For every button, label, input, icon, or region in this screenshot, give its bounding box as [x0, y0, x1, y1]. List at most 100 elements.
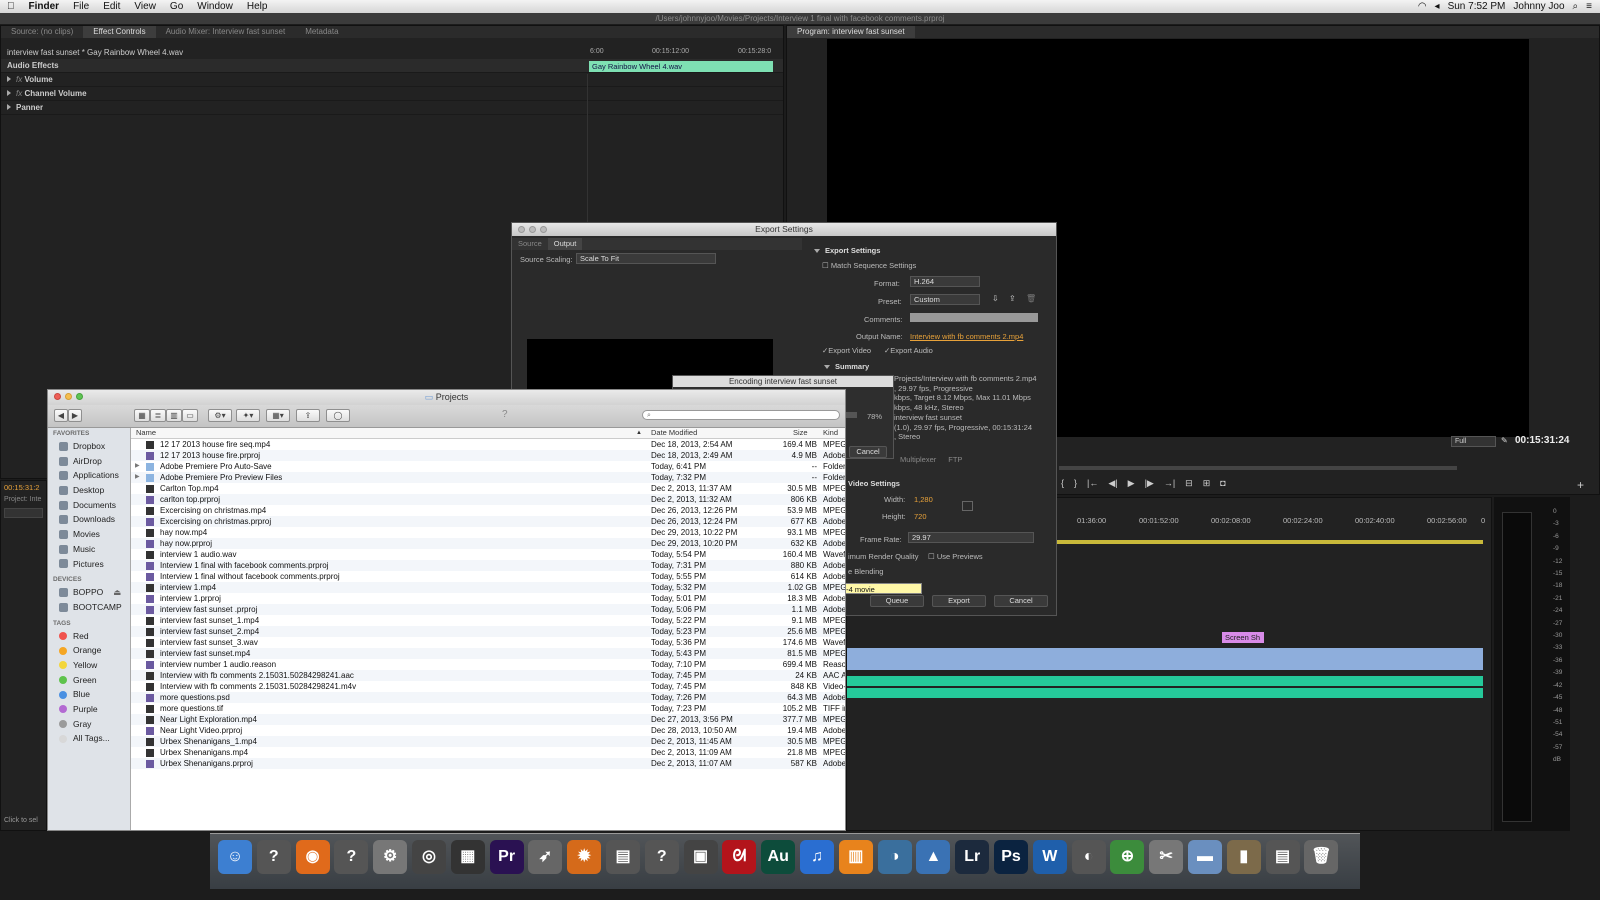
tab-metadata[interactable]: Metadata — [295, 26, 348, 38]
sidebar-item-downloads[interactable]: Downloads — [48, 512, 130, 527]
blender-icon[interactable]: ✹ — [567, 840, 602, 874]
column-header-date[interactable]: Date Modified — [651, 428, 697, 438]
export-button[interactable]: Export — [932, 595, 986, 607]
sidebar-tag-item[interactable]: All Tags... — [48, 731, 130, 746]
volume-icon[interactable]: ◂ — [1435, 1, 1440, 12]
project-tab[interactable]: Project: Inte — [1, 494, 46, 505]
play-icon[interactable]: ▶ — [1128, 478, 1135, 492]
forward-icon[interactable]: ▶ — [68, 409, 82, 422]
sidebar-item-bootcamp[interactable]: BOOTCAMP — [48, 600, 130, 615]
ibooks-icon[interactable]: ▥ — [838, 840, 873, 874]
mark-in-icon[interactable]: { — [1061, 478, 1064, 492]
finder-search-input[interactable]: ⌕ — [642, 410, 840, 420]
height-value[interactable]: 720 — [914, 512, 927, 521]
sidebar-tag-item[interactable]: Blue — [48, 687, 130, 702]
apple-menu-icon[interactable]:  — [0, 1, 22, 12]
audition-icon[interactable]: Au — [761, 840, 796, 874]
step-forward-icon[interactable]: |▶ — [1145, 478, 1154, 492]
sidebar-item-dropbox[interactable]: Dropbox — [48, 439, 130, 454]
save-preset-icon[interactable]: ⇩ — [992, 294, 999, 303]
collapse-triangle-icon[interactable] — [824, 365, 830, 369]
output-name-link[interactable]: Interview with fb comments 2.mp4 — [910, 332, 1023, 341]
lightroom-icon[interactable]: Lr — [955, 840, 990, 874]
icon-view-icon[interactable]: ▦ — [134, 409, 150, 422]
minimize-icon[interactable] — [65, 393, 72, 400]
audio-clip-bar[interactable]: Gay Rainbow Wheel 4.wav — [589, 61, 773, 72]
minimize-icon[interactable] — [529, 226, 536, 233]
disclosure-triangle-icon[interactable]: ▶ — [135, 461, 140, 472]
file-row[interactable]: hay now.mp4 Dec 29, 2013, 10:22 PM 93.1 MB… — [131, 527, 845, 538]
file-row[interactable]: interview fast sunset .prproj Today, 5:06… — [131, 604, 845, 615]
delete-preset-icon[interactable]: 🗑 — [1026, 294, 1036, 303]
file-row[interactable]: Urbex Shenanigans.prproj Dec 2, 2013, 11:… — [131, 758, 845, 769]
premiere-icon[interactable]: Pr — [489, 840, 524, 874]
max-render-quality-checkbox[interactable]: imum Render Quality — [848, 552, 918, 561]
sidebar-tag-item[interactable]: Yellow — [48, 658, 130, 673]
menu-window[interactable]: Window — [190, 1, 240, 12]
insert-icon[interactable]: ⊟ — [1185, 478, 1193, 492]
expand-triangle-icon[interactable] — [7, 104, 11, 110]
screen-clip[interactable]: Screen Sh — [1222, 632, 1264, 643]
tools-icon[interactable]: ✂ — [1149, 840, 1184, 874]
dvd-icon[interactable]: ◎ — [412, 840, 446, 874]
file-row[interactable]: interview fast sunset.mp4 Today, 5:43 PM 8… — [131, 648, 845, 659]
menu-help[interactable]: Help — [240, 1, 275, 12]
menubar-clock[interactable]: Sun 7:52 PM — [1448, 1, 1506, 12]
menu-edit[interactable]: Edit — [96, 1, 127, 12]
audio-track-clip[interactable] — [847, 676, 1483, 686]
dragon-icon[interactable]: ᘛ — [722, 840, 757, 874]
mark-out-icon[interactable]: } — [1074, 478, 1077, 492]
effect-volume[interactable]: fx Volume — [1, 73, 783, 87]
match-sequence-checkbox[interactable]: ☐ Match Sequence Settings — [822, 261, 916, 270]
sidebar-tag-item[interactable]: Red — [48, 629, 130, 644]
format-select[interactable]: H.264 — [910, 276, 980, 287]
sidebar-tag-item[interactable]: Gray — [48, 717, 130, 732]
zoom-icon[interactable] — [76, 393, 83, 400]
tab-source[interactable]: Source: (no clips) — [1, 26, 83, 38]
work-area-bar[interactable] — [1057, 540, 1483, 544]
file-row[interactable]: Near Light Video.prproj Dec 28, 2013, 10:… — [131, 725, 845, 736]
file-row[interactable]: ▶ Adobe Premiere Pro Preview Files Today, … — [131, 472, 845, 483]
cancel-button[interactable]: Cancel — [994, 595, 1048, 607]
action-gear-icon[interactable]: ⚙▾ — [208, 409, 232, 422]
close-icon[interactable] — [54, 393, 61, 400]
collapse-triangle-icon[interactable] — [814, 249, 820, 253]
menu-view[interactable]: View — [127, 1, 163, 12]
photoshop-icon[interactable]: Ps — [994, 840, 1028, 874]
link-aspect-icon[interactable] — [962, 501, 973, 511]
project-search-input[interactable] — [4, 508, 43, 518]
tab-ftp[interactable]: FTP — [948, 455, 962, 464]
unknown-app-icon[interactable]: ? — [256, 840, 291, 874]
sidebar-item-airdrop[interactable]: AirDrop — [48, 454, 130, 469]
utility-icon[interactable]: ◐ — [1071, 840, 1106, 874]
preview-icon[interactable]: ◑ — [877, 840, 912, 874]
sidebar-item-boppo[interactable]: BOPPO ⏏ — [48, 585, 130, 600]
effect-panner[interactable]: Panner — [1, 101, 783, 115]
sidebar-item-documents[interactable]: Documents — [48, 498, 130, 513]
file-row[interactable]: hay now.prproj Dec 29, 2013, 10:20 PM 632 … — [131, 538, 845, 549]
back-icon[interactable]: ◀ — [54, 409, 68, 422]
spotlight-icon[interactable]: ⌕ — [1573, 1, 1579, 12]
export-audio-checkbox[interactable]: ✓Export Audio — [884, 346, 933, 355]
file-row[interactable]: interview fast sunset_2.mp4 Today, 5:23 P… — [131, 626, 845, 637]
comments-input[interactable] — [910, 313, 1038, 322]
menu-go[interactable]: Go — [163, 1, 190, 12]
dropbox-menu-icon[interactable]: ✦▾ — [236, 409, 260, 422]
tab-multiplexer[interactable]: Multiplexer — [900, 455, 936, 464]
expand-triangle-icon[interactable] — [7, 90, 11, 96]
file-row[interactable]: Interview with fb comments 2.15031.50284… — [131, 670, 845, 681]
import-preset-icon[interactable]: ⇪ — [1009, 294, 1016, 303]
file-row[interactable]: Interview 1 final without facebook comme… — [131, 571, 845, 582]
file-row[interactable]: 12 17 2013 house fire seq.mp4 Dec 18, 201… — [131, 439, 845, 450]
sidebar-item-music[interactable]: Music — [48, 542, 130, 557]
tag-icon[interactable]: ◯ — [326, 409, 350, 422]
overwrite-icon[interactable]: ⊞ — [1203, 478, 1211, 492]
file-row[interactable]: Urbex Shenanigans_1.mp4 Dec 2, 2013, 11:4… — [131, 736, 845, 747]
wrench-icon[interactable]: ✎ — [1501, 436, 1508, 445]
rocket-icon[interactable]: ➶ — [528, 840, 563, 874]
encoding-cancel-button[interactable]: Cancel — [849, 446, 887, 458]
file-row[interactable]: more questions.tif Today, 7:23 PM 105.2 MB… — [131, 703, 845, 714]
sidebar-item-desktop[interactable]: Desktop — [48, 483, 130, 498]
itunes-icon[interactable]: ♫ — [800, 840, 834, 874]
menu-finder[interactable]: Finder — [22, 1, 67, 12]
